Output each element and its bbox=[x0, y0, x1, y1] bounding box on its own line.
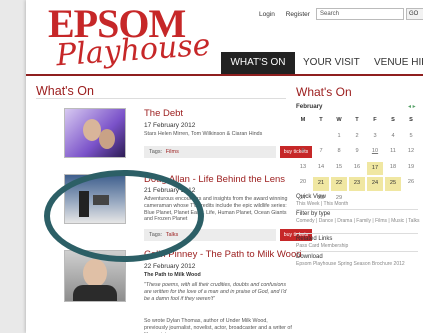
calendar-day[interactable]: 20 bbox=[294, 176, 312, 192]
calendar-weekday: W bbox=[336, 117, 342, 123]
calendar-weekday: M bbox=[300, 117, 306, 123]
event-image-the-debt[interactable] bbox=[64, 108, 126, 158]
calendar-day[interactable]: 11 bbox=[384, 145, 402, 161]
epsom-playhouse-logo[interactable]: EPSOM Playhouse bbox=[48, 4, 211, 74]
download-title: Download bbox=[296, 254, 323, 260]
quick-view-links[interactable]: This Week | This Month bbox=[296, 201, 420, 208]
search-go-button[interactable]: GO bbox=[406, 8, 423, 20]
calendar-weekday: S bbox=[409, 117, 413, 123]
calendar-day[interactable]: 2 bbox=[348, 130, 366, 146]
calendar-day[interactable]: 25 bbox=[385, 177, 401, 191]
calendar-day bbox=[312, 130, 330, 146]
calendar-day[interactable]: 1 bbox=[330, 130, 348, 146]
login-link[interactable]: Login bbox=[259, 11, 275, 18]
calendar-day[interactable]: 19 bbox=[402, 161, 420, 177]
calendar-weekday: S bbox=[391, 117, 395, 123]
calendar-weekday: F bbox=[373, 117, 377, 123]
calendar-week-row: 12345 bbox=[294, 130, 422, 146]
related-links[interactable]: Pass Card Membership bbox=[296, 243, 420, 250]
calendar-day[interactable]: 16 bbox=[348, 161, 366, 177]
calendar-day bbox=[294, 130, 312, 146]
calendar-week-row: 20 21 22 23 24 25 26 bbox=[294, 176, 422, 192]
calendar-day[interactable]: 18 bbox=[384, 161, 402, 177]
highlight-circle bbox=[44, 170, 204, 262]
calendar-day[interactable]: 4 bbox=[384, 130, 402, 146]
calendar-weekday: T bbox=[355, 117, 359, 123]
related-links-title: Related Links bbox=[296, 236, 333, 242]
sidebar-divider bbox=[296, 209, 418, 210]
tag-link[interactable]: Films bbox=[166, 149, 179, 155]
event-title[interactable]: The Debt bbox=[144, 108, 183, 119]
nav-your-visit[interactable]: YOUR VISIT bbox=[303, 52, 360, 74]
calendar-day[interactable]: 9 bbox=[348, 145, 366, 161]
calendar-day[interactable]: 26 bbox=[402, 176, 420, 192]
sidebar-divider bbox=[296, 251, 418, 252]
face-shape bbox=[99, 129, 115, 149]
calendar-weekday-row: MTWTFSS bbox=[294, 114, 422, 130]
quick-view-title: Quick View bbox=[296, 194, 326, 200]
nav-venue-hire[interactable]: VENUE HIRE bbox=[374, 52, 423, 74]
calendar-day[interactable]: 7 bbox=[312, 145, 330, 161]
event-date: 22 February 2012 bbox=[144, 263, 196, 270]
calendar-nav-arrows[interactable]: ◂ ▸ bbox=[408, 103, 416, 110]
calendar-day[interactable]: 3 bbox=[366, 130, 384, 146]
calendar-day[interactable]: 13 bbox=[294, 161, 312, 177]
logo-bottom-text: Playhouse bbox=[54, 27, 212, 74]
search-input[interactable]: Search bbox=[316, 8, 404, 20]
sidebar: What's On February ◂ ▸ MTWTFSS1234567891… bbox=[290, 76, 423, 333]
sidebar-title: What's On bbox=[296, 85, 352, 99]
nav-whats-on[interactable]: WHAT'S ON bbox=[221, 52, 295, 74]
register-link[interactable]: Register bbox=[286, 11, 310, 18]
calendar-weekday: T bbox=[319, 117, 323, 123]
calendar-day[interactable]: 12 bbox=[402, 145, 420, 161]
event-quote: "These poems, with all their crudities, … bbox=[144, 282, 287, 302]
suit-shape bbox=[73, 285, 117, 301]
event-description: So wrote Dylan Thomas, author of Under M… bbox=[144, 318, 292, 333]
top-links: Login Register bbox=[259, 11, 319, 18]
event-description: Stars Helen Mirren, Tom Wilkinson & Ciar… bbox=[144, 131, 263, 137]
page: EPSOM Playhouse Login Register Search GO… bbox=[26, 0, 423, 333]
calendar-day[interactable]: 21 bbox=[313, 177, 329, 191]
calendar-week-row: 13 14 15 16 17 18 19 bbox=[294, 161, 422, 177]
page-title: What's On bbox=[36, 84, 94, 98]
calendar-day[interactable]: 8 bbox=[330, 145, 348, 161]
event-date: 17 February 2012 bbox=[144, 122, 196, 129]
calendar-day[interactable]: 5 bbox=[402, 130, 420, 146]
event-subtitle: The Path to Milk Wood bbox=[144, 272, 201, 278]
calendar-day[interactable]: 24 bbox=[367, 177, 383, 191]
calendar-month: February bbox=[296, 103, 323, 110]
download-links[interactable]: Epsom Playhouse Spring Season Brochure 2… bbox=[296, 261, 420, 268]
filter-title: Filter by type bbox=[296, 211, 331, 217]
sidebar-divider bbox=[296, 233, 418, 234]
calendar-week-row: 6 7 8 9 10 11 12 bbox=[294, 145, 422, 161]
filter-links[interactable]: Comedy | Dance | Drama | Family | Films … bbox=[296, 218, 420, 225]
title-divider bbox=[36, 98, 286, 99]
calendar-day[interactable]: 15 bbox=[330, 161, 348, 177]
calendar-day[interactable]: 17 bbox=[367, 161, 383, 175]
calendar-day[interactable]: 23 bbox=[349, 177, 365, 191]
tags-label: Tags: bbox=[149, 149, 163, 155]
event-tags: Tags: Films bbox=[144, 146, 276, 158]
calendar-day[interactable]: 6 bbox=[294, 145, 312, 161]
calendar-day[interactable]: 14 bbox=[312, 161, 330, 177]
calendar-day[interactable]: 10 bbox=[366, 145, 384, 161]
calendar-day[interactable]: 22 bbox=[331, 177, 347, 191]
face-shape bbox=[83, 259, 107, 287]
